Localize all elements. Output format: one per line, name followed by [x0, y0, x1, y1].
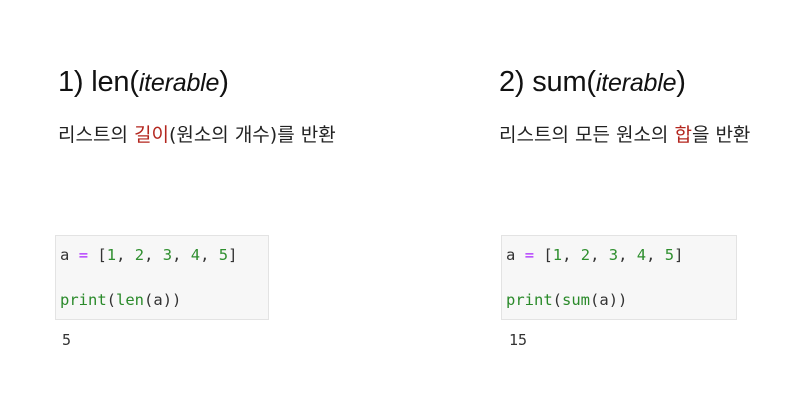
code-line-print: print(len(a)) — [60, 291, 182, 309]
code-output: 5 — [62, 331, 72, 349]
title-arg: iterable — [138, 69, 220, 97]
len-title: 1) len(iterable) — [58, 66, 229, 98]
code-cell[interactable]: a = [1, 2, 3, 4, 5] print(len(a)) — [55, 235, 269, 320]
len-description: 리스트의 길이(원소의 개수)를 반환 — [58, 124, 336, 146]
sum-title: 2) sum(iterable) — [499, 66, 686, 98]
code-line-assign: a = [1, 2, 3, 4, 5] — [506, 246, 684, 264]
title-arg: iterable — [595, 69, 677, 97]
code-line-print: print(sum(a)) — [506, 291, 628, 309]
code-cell[interactable]: a = [1, 2, 3, 4, 5] print(sum(a)) — [501, 235, 737, 320]
highlight-text: 합 — [674, 124, 692, 146]
code-line-assign: a = [1, 2, 3, 4, 5] — [60, 246, 238, 264]
sum-description: 리스트의 모든 원소의 합을 반환 — [499, 124, 751, 146]
highlight-text: 길이 — [133, 124, 169, 146]
code-output: 15 — [509, 331, 528, 349]
